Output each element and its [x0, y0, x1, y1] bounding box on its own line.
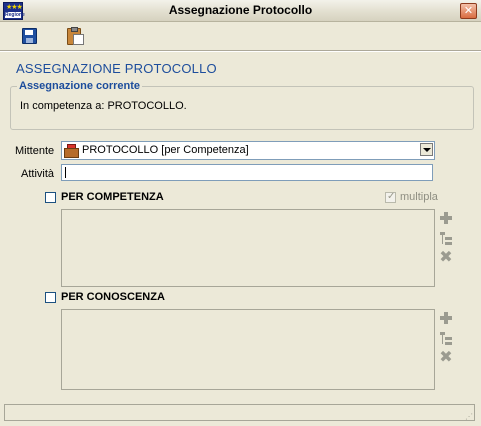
competenza-add-icon[interactable] [437, 209, 455, 227]
window-title: Assegnazione Protocollo [168, 3, 313, 17]
section-title: ASSEGNAZIONE PROTOCOLLO [16, 61, 217, 76]
activity-label: Attività [21, 168, 55, 180]
chevron-down-icon[interactable] [420, 143, 433, 156]
save-button[interactable] [18, 25, 40, 47]
paste-button[interactable] [63, 25, 85, 47]
competenza-tree-icon[interactable] [437, 229, 455, 247]
conoscenza-list[interactable] [61, 309, 435, 390]
competenza-label: PER COMPETENZA [61, 191, 164, 203]
current-assignment-text: In competenza a: PROTOCOLLO. [20, 100, 187, 112]
current-assignment-label: Assegnazione corrente [17, 80, 143, 92]
multipla-checkbox[interactable]: ✓ [385, 191, 396, 203]
competenza-delete-icon[interactable]: ✖ [437, 249, 455, 267]
protocol-box-icon [64, 144, 79, 158]
conoscenza-label: PER CONOSCENZA [61, 291, 165, 303]
conoscenza-delete-icon[interactable]: ✖ [437, 349, 455, 367]
status-bar [4, 404, 475, 421]
competenza-list[interactable] [61, 209, 435, 287]
conoscenza-add-icon[interactable] [437, 309, 455, 327]
sender-select[interactable]: PROTOCOLLO [per Competenza] [61, 141, 435, 160]
clipboard-icon [67, 27, 84, 45]
toolbar-divider [0, 50, 481, 52]
title-bar[interactable]: ★★★ Regione Assegnazione Protocollo ✕ [0, 0, 481, 22]
close-button[interactable]: ✕ [460, 3, 477, 19]
activity-input[interactable] [61, 164, 433, 181]
conoscenza-tree-icon[interactable] [437, 329, 455, 347]
check-icon: ✓ [387, 191, 396, 202]
floppy-disk-icon [22, 28, 37, 44]
text-caret [65, 167, 66, 178]
multipla-label: multipla [400, 191, 438, 203]
conoscenza-checkbox[interactable] [45, 292, 56, 303]
sender-label: Mittente [15, 145, 55, 157]
sender-value: PROTOCOLLO [per Competenza] [82, 144, 249, 156]
competenza-checkbox[interactable] [45, 192, 56, 203]
resize-grip-icon[interactable]: ⋰ [465, 412, 475, 422]
